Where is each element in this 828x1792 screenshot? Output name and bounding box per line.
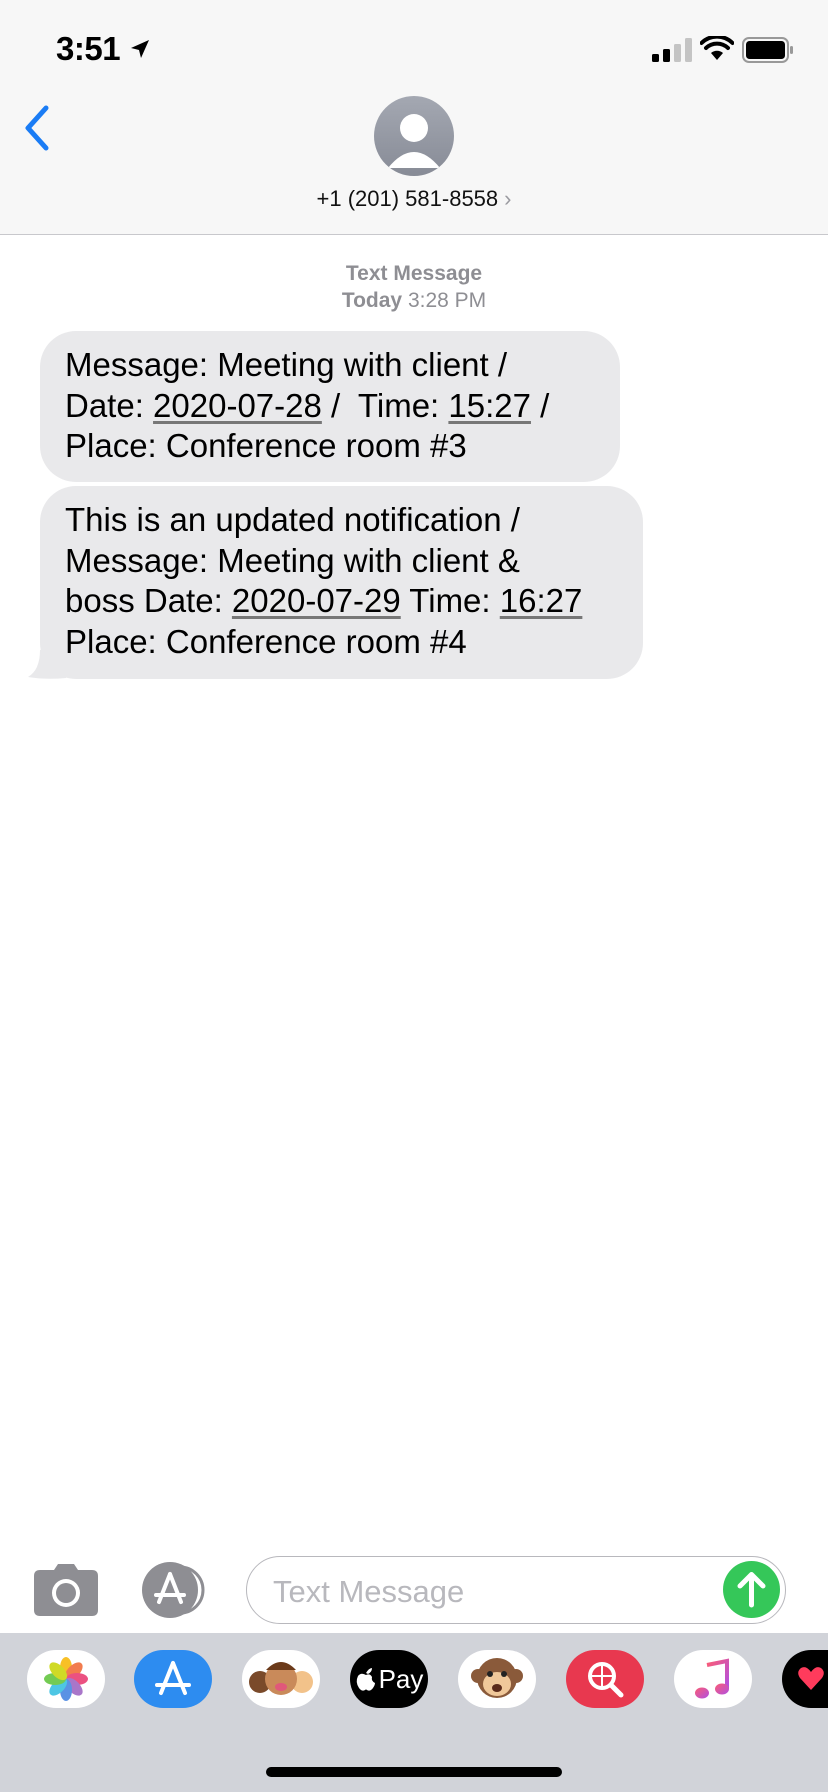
send-button[interactable] xyxy=(723,1561,780,1618)
home-indicator[interactable] xyxy=(266,1767,562,1777)
cellular-signal-icon xyxy=(652,38,692,62)
back-chevron-icon[interactable] xyxy=(22,104,52,152)
message-line: Place: Conference room #4 xyxy=(65,622,467,660)
send-arrow-icon xyxy=(737,1572,766,1608)
time-link[interactable]: 15:27 xyxy=(448,387,531,424)
person-icon xyxy=(388,114,440,168)
message-text: boss Date: xyxy=(65,582,232,619)
timestamp-time: 3:28 PM xyxy=(407,289,487,312)
photos-app-icon[interactable] xyxy=(27,1650,105,1708)
wifi-icon xyxy=(700,36,734,60)
message-line: Message: Meeting with client & xyxy=(65,541,520,579)
memoji-icon[interactable] xyxy=(242,1650,320,1708)
input-placeholder: Text Message xyxy=(273,1574,465,1609)
digital-touch-icon[interactable] xyxy=(782,1650,828,1708)
app-store-icon[interactable] xyxy=(140,1562,214,1618)
message-text: / Time: xyxy=(321,386,449,424)
conversation-header: 3:51 +1 (201) 581-8558 › xyxy=(0,0,828,235)
message-input[interactable]: Text Message xyxy=(246,1556,786,1624)
contact-number: +1 (201) 581-8558 xyxy=(316,186,499,211)
timestamp-day: Today xyxy=(341,289,403,312)
contact-avatar[interactable] xyxy=(374,96,454,176)
camera-icon[interactable] xyxy=(34,1564,98,1616)
message-text: Time: xyxy=(400,582,500,619)
app-store-drawer-icon[interactable] xyxy=(134,1650,212,1708)
apple-pay-icon[interactable]: Pay xyxy=(350,1650,428,1708)
message-bubble[interactable]: This is an updated notification / Messag… xyxy=(40,486,643,679)
contact-chevron-icon: › xyxy=(504,186,512,211)
date-link[interactable]: 2020-07-29 xyxy=(232,582,401,619)
apple-pay-label: Pay xyxy=(378,1663,424,1694)
bubble-tail xyxy=(28,650,66,679)
message-text: / xyxy=(530,386,550,424)
message-line: Date: 2020-07-28 / Time: 15:27 / xyxy=(65,386,596,427)
images-search-icon[interactable] xyxy=(566,1650,644,1708)
service-label: Text Message xyxy=(345,262,483,285)
status-time: 3:51 xyxy=(56,30,121,67)
message-text: Date: xyxy=(65,386,154,424)
message-bubble[interactable]: Message: Meeting with client / Date: 202… xyxy=(40,331,620,482)
date-link[interactable]: 2020-07-28 xyxy=(153,387,322,424)
message-line: boss Date: 2020-07-29 Time: 16:27 xyxy=(65,581,619,622)
animoji-icon[interactable] xyxy=(458,1650,536,1708)
thread-timestamp: Text Message Today 3:28 PM xyxy=(0,260,828,314)
location-arrow-icon xyxy=(131,40,149,58)
time-link[interactable]: 16:27 xyxy=(500,582,583,619)
apple-logo-icon xyxy=(356,1668,375,1691)
message-line: Place: Conference room #3 xyxy=(65,427,467,464)
battery-icon xyxy=(742,37,793,63)
contact-name[interactable]: +1 (201) 581-8558 › xyxy=(0,186,828,212)
message-line: This is an updated notification / xyxy=(65,501,520,538)
message-line: Message: Meeting with client / xyxy=(65,346,508,383)
music-icon[interactable] xyxy=(674,1650,752,1708)
